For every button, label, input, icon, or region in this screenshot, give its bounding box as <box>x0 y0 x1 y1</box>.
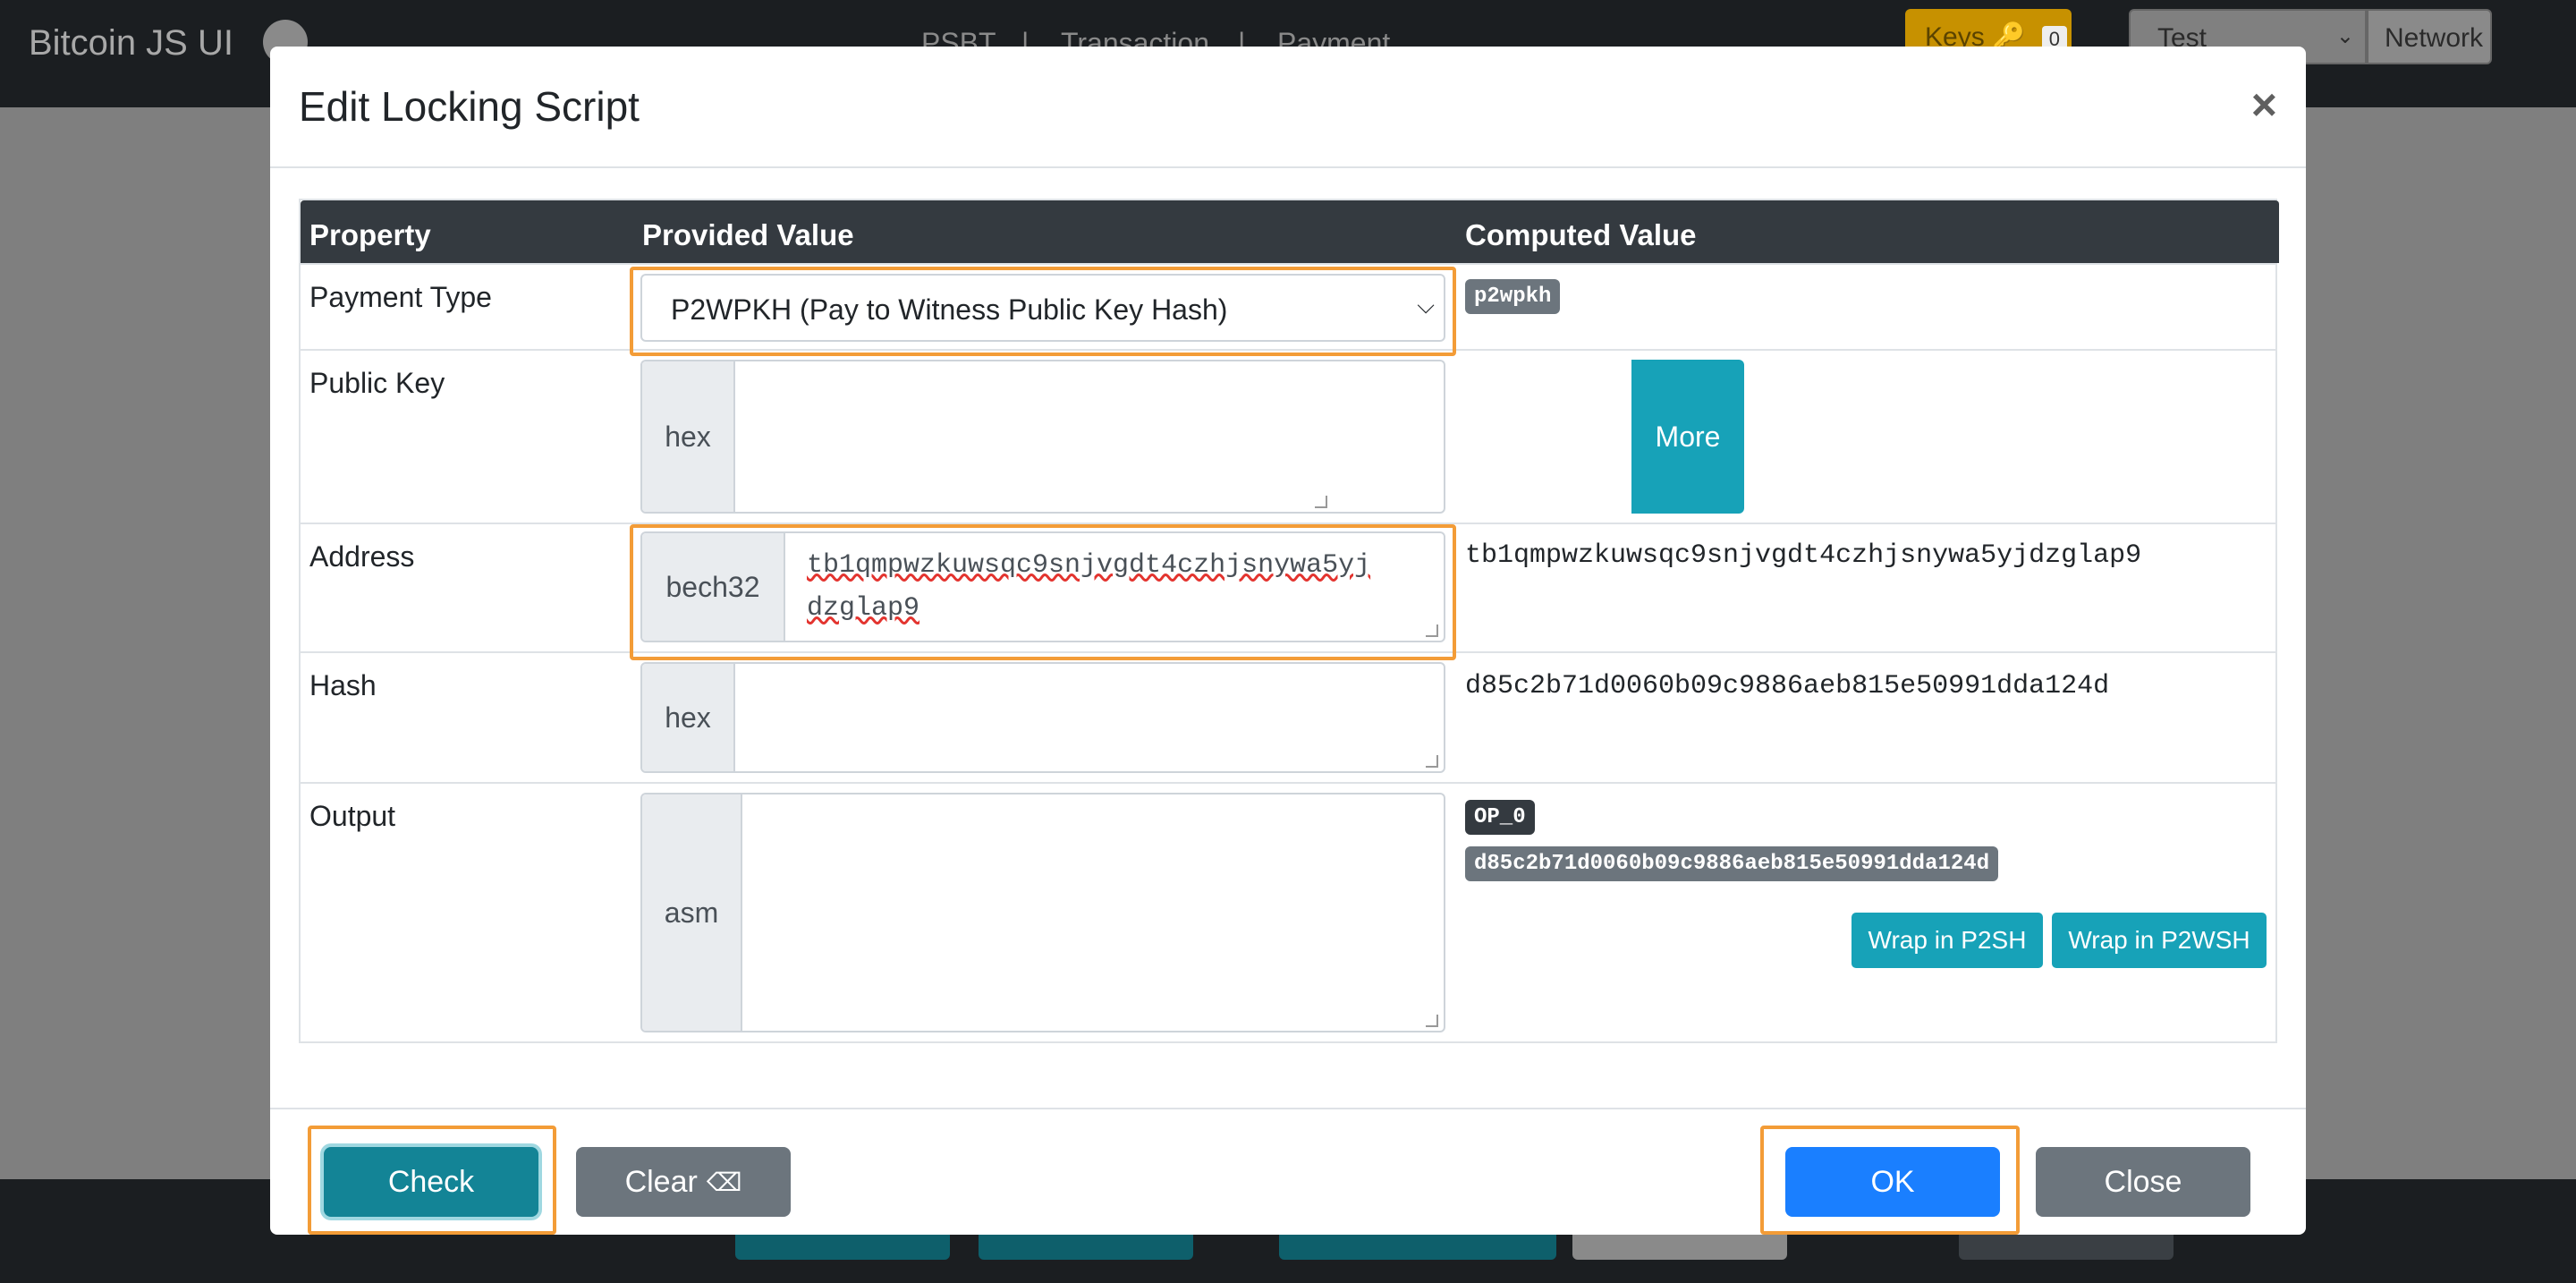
address-textarea[interactable]: tb1qmpwzkuwsqc9snjvgdt4czhjsnywa5yj dzgl… <box>785 533 1444 641</box>
public-key-input-group: hex <box>640 360 1445 514</box>
edit-locking-script-modal: Edit Locking Script × Property Provided … <box>270 47 2306 1235</box>
clear-button[interactable]: Clear ⌫ <box>576 1147 791 1217</box>
payment-type-value: P2WPKH (Pay to Witness Public Key Hash) <box>671 293 1228 326</box>
check-button[interactable]: Check <box>324 1147 538 1217</box>
app-brand: Bitcoin JS UI <box>29 23 233 63</box>
address-input-group: bech32 tb1qmpwzkuwsqc9snjvgdt4czhjsnywa5… <box>640 531 1445 642</box>
clear-label: Clear <box>624 1164 698 1199</box>
network-label: Network <box>2367 9 2492 64</box>
modal-title: Edit Locking Script <box>299 83 640 130</box>
resize-handle[interactable] <box>1315 496 1327 508</box>
hash-input-group: hex <box>640 662 1445 773</box>
wrap-p2wsh-button[interactable]: Wrap in P2WSH <box>2052 913 2267 968</box>
header-computed-value: Computed Value <box>1465 218 1697 251</box>
modal-footer: Check Clear ⌫ OK Close <box>270 1108 2306 1235</box>
table-row-address: Address bech32 tb1qmpwzkuwsqc9snjvgdt4cz… <box>301 523 2275 651</box>
header-provided-value: Provided Value <box>642 218 854 251</box>
address-value-line1: tb1qmpwzkuwsqc9snjvgdt4czhjsnywa5yj <box>807 550 1371 581</box>
public-key-prefix: hex <box>642 361 735 512</box>
table-row-output: Output asm OP_0 d85c2b71d0060b09c9886aeb… <box>301 782 2275 1041</box>
output-prefix: asm <box>642 794 742 1031</box>
ok-button[interactable]: OK <box>1785 1147 2000 1217</box>
table-header: Property Provided Value Computed Value <box>301 200 2279 263</box>
output-label: Output <box>309 800 396 832</box>
locking-script-table: Property Provided Value Computed Value P… <box>299 199 2279 1043</box>
close-button[interactable]: Close <box>2036 1147 2250 1217</box>
wrap-buttons: Wrap in P2SH Wrap in P2WSH <box>1852 913 2272 968</box>
chevron-down-icon: ⌵ <box>1417 292 1435 319</box>
resize-handle[interactable] <box>1426 1015 1438 1027</box>
hash-prefix: hex <box>642 664 735 771</box>
computed-op-badge: OP_0 <box>1465 800 1535 835</box>
close-icon[interactable]: × <box>2251 79 2277 131</box>
header-property: Property <box>309 218 431 251</box>
payment-type-label: Payment Type <box>309 281 492 313</box>
computed-address: tb1qmpwzkuwsqc9snjvgdt4czhjsnywa5yjdzgla… <box>1465 540 2142 571</box>
table-row-payment-type: Payment Type P2WPKH (Pay to Witness Publ… <box>301 263 2275 349</box>
resize-handle[interactable] <box>1426 625 1438 637</box>
more-button[interactable]: More <box>1631 360 1744 514</box>
resize-handle[interactable] <box>1426 755 1438 768</box>
output-input-group: asm <box>640 793 1445 1032</box>
table-row-public-key: Public Key hex More <box>301 349 2275 523</box>
payment-type-select[interactable]: P2WPKH (Pay to Witness Public Key Hash) … <box>640 274 1445 342</box>
computed-hash: d85c2b71d0060b09c9886aeb815e50991dda124d <box>1465 671 2110 701</box>
chevron-down-icon: ⌄ <box>2335 24 2354 48</box>
hash-label: Hash <box>309 669 377 701</box>
address-prefix: bech32 <box>642 533 785 641</box>
hash-textarea[interactable] <box>735 664 1444 771</box>
address-label: Address <box>309 540 415 573</box>
computed-type-badge: p2wpkh <box>1465 279 1561 314</box>
wrap-p2sh-button[interactable]: Wrap in P2SH <box>1852 913 2043 968</box>
public-key-textarea[interactable] <box>735 361 1333 512</box>
output-textarea[interactable] <box>742 794 1444 1031</box>
eraser-icon: ⌫ <box>706 1168 742 1196</box>
modal-header: Edit Locking Script × <box>270 47 2306 168</box>
computed-output-hash-badge: d85c2b71d0060b09c9886aeb815e50991dda124d <box>1465 846 1999 881</box>
public-key-label: Public Key <box>309 367 445 399</box>
table-row-hash: Hash hex d85c2b71d0060b09c9886aeb815e509… <box>301 651 2275 782</box>
address-value-line2: dzglap9 <box>807 593 920 624</box>
